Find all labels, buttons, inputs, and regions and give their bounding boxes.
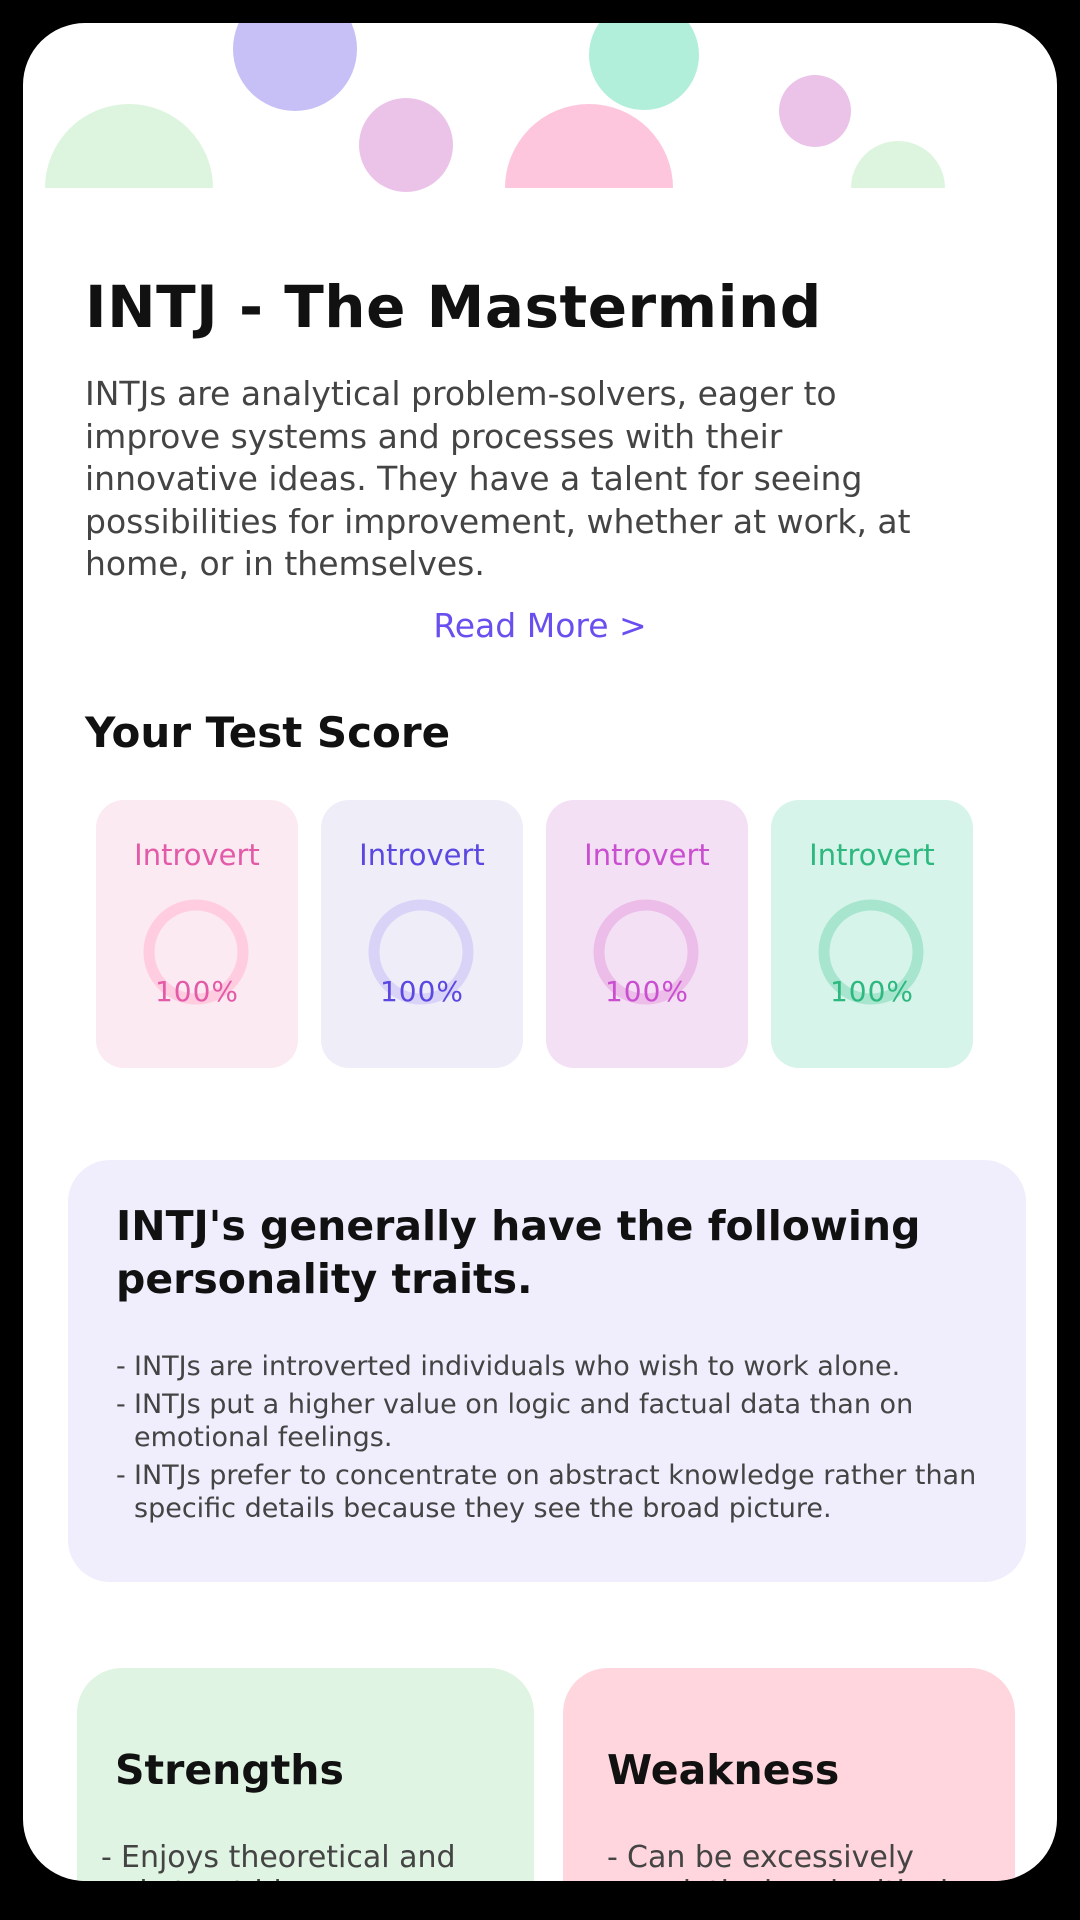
- score-card-percent: 100%: [154, 975, 240, 1008]
- score-card-label: Introvert: [359, 838, 485, 872]
- score-card-label: Introvert: [134, 838, 260, 872]
- score-card[interactable]: Introvert 100%: [96, 800, 298, 1068]
- score-card-label: Introvert: [809, 838, 935, 872]
- weakness-heading: Weakness: [607, 1746, 840, 1794]
- device-frame: INTJ - The Mastermind INTJs are analytic…: [0, 0, 1080, 1920]
- trait-text: INTJs are introverted individuals who wi…: [134, 1351, 901, 1382]
- type-description: INTJs are analytical problem-solvers, ea…: [85, 374, 911, 583]
- strength-bullet: -: [101, 1840, 112, 1875]
- score-card-label: Introvert: [584, 838, 710, 872]
- read-more-link[interactable]: Read More >: [23, 606, 1057, 645]
- strengths-heading: Strengths: [115, 1746, 344, 1794]
- page-title: INTJ - The Mastermind: [85, 273, 822, 341]
- weakness-text: Can be excessively analytical and critic…: [627, 1840, 948, 1881]
- weakness-panel: Weakness - Can be excessively analytical…: [563, 1668, 1015, 1881]
- bubble-lavender: [233, 23, 357, 111]
- bubble-purple: [359, 98, 453, 192]
- strength-text: Enjoys theoretical and abstract ideas: [121, 1840, 456, 1881]
- traits-heading: INTJ's generally have the following pers…: [116, 1202, 921, 1303]
- trait-bullet: -: [116, 1460, 126, 1491]
- bubble-pink-half: [505, 104, 673, 188]
- score-card[interactable]: Introvert 100%: [321, 800, 523, 1068]
- score-card[interactable]: Introvert 100%: [546, 800, 748, 1068]
- bubble-purple-small: [779, 75, 851, 147]
- weakness-item: - Can be excessively analytical and crit…: [607, 1840, 1007, 1881]
- section-title-test-score: Your Test Score: [85, 708, 451, 757]
- traits-panel: INTJ's generally have the following pers…: [68, 1160, 1026, 1582]
- decorative-bubbles: [45, 23, 945, 192]
- strengths-panel: Strengths - Enjoys theoretical and abstr…: [77, 1668, 534, 1881]
- bubble-mint: [589, 23, 699, 110]
- score-card-percent: 100%: [604, 975, 690, 1008]
- screen: INTJ - The Mastermind INTJs are analytic…: [23, 23, 1057, 1881]
- score-card-percent: 100%: [379, 975, 465, 1008]
- trait-item: - INTJs put a higher value on logic and f…: [116, 1388, 996, 1454]
- trait-item: - INTJs prefer to concentrate on abstract…: [116, 1459, 996, 1525]
- trait-item: - INTJs are introverted individuals who w…: [116, 1350, 996, 1383]
- bubble-green-small-half: [851, 141, 945, 188]
- trait-bullet: -: [116, 1389, 126, 1420]
- score-card[interactable]: Introvert 100%: [771, 800, 973, 1068]
- trait-text: INTJs prefer to concentrate on abstract …: [134, 1460, 977, 1524]
- strength-item: - Enjoys theoretical and abstract ideas: [101, 1840, 501, 1881]
- traits-list: - INTJs are introverted individuals who w…: [116, 1350, 996, 1530]
- bubble-green-half: [45, 104, 213, 188]
- trait-text: INTJs put a higher value on logic and fa…: [134, 1389, 914, 1453]
- score-card-percent: 100%: [829, 975, 915, 1008]
- weakness-bullet: -: [607, 1840, 618, 1875]
- trait-bullet: -: [116, 1351, 126, 1382]
